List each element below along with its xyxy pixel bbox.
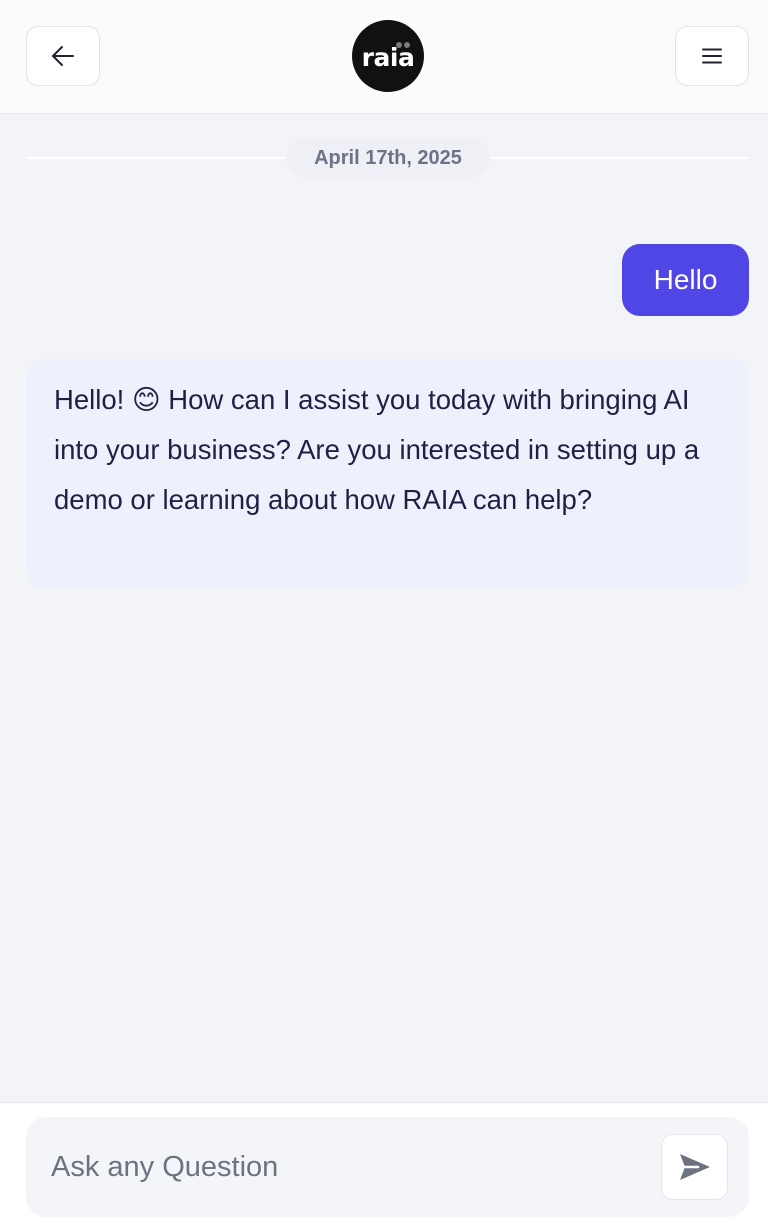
divider-line <box>26 157 288 159</box>
send-icon <box>679 1154 710 1180</box>
arrow-left-icon <box>52 46 74 66</box>
date-label: April 17th, 2025 <box>286 138 490 178</box>
raia-logo: raia <box>352 20 424 92</box>
menu-button[interactable] <box>675 26 749 86</box>
hamburger-menu-icon <box>702 48 722 64</box>
question-input[interactable] <box>26 1117 646 1217</box>
logo-dots <box>396 42 412 48</box>
date-separator: April 17th, 2025 <box>26 138 748 178</box>
send-button[interactable] <box>661 1134 728 1200</box>
chat-app: raia April 17th, 2025 Hello Hello! 😊 How… <box>0 0 768 1228</box>
divider-line <box>490 157 748 159</box>
back-button[interactable] <box>26 26 100 86</box>
user-message-bubble: Hello <box>622 244 749 316</box>
composer-area <box>0 1102 768 1228</box>
header: raia <box>0 0 768 114</box>
assistant-message-bubble: Hello! 😊 How can I assist you today with… <box>26 359 749 588</box>
message-composer <box>26 1117 749 1217</box>
